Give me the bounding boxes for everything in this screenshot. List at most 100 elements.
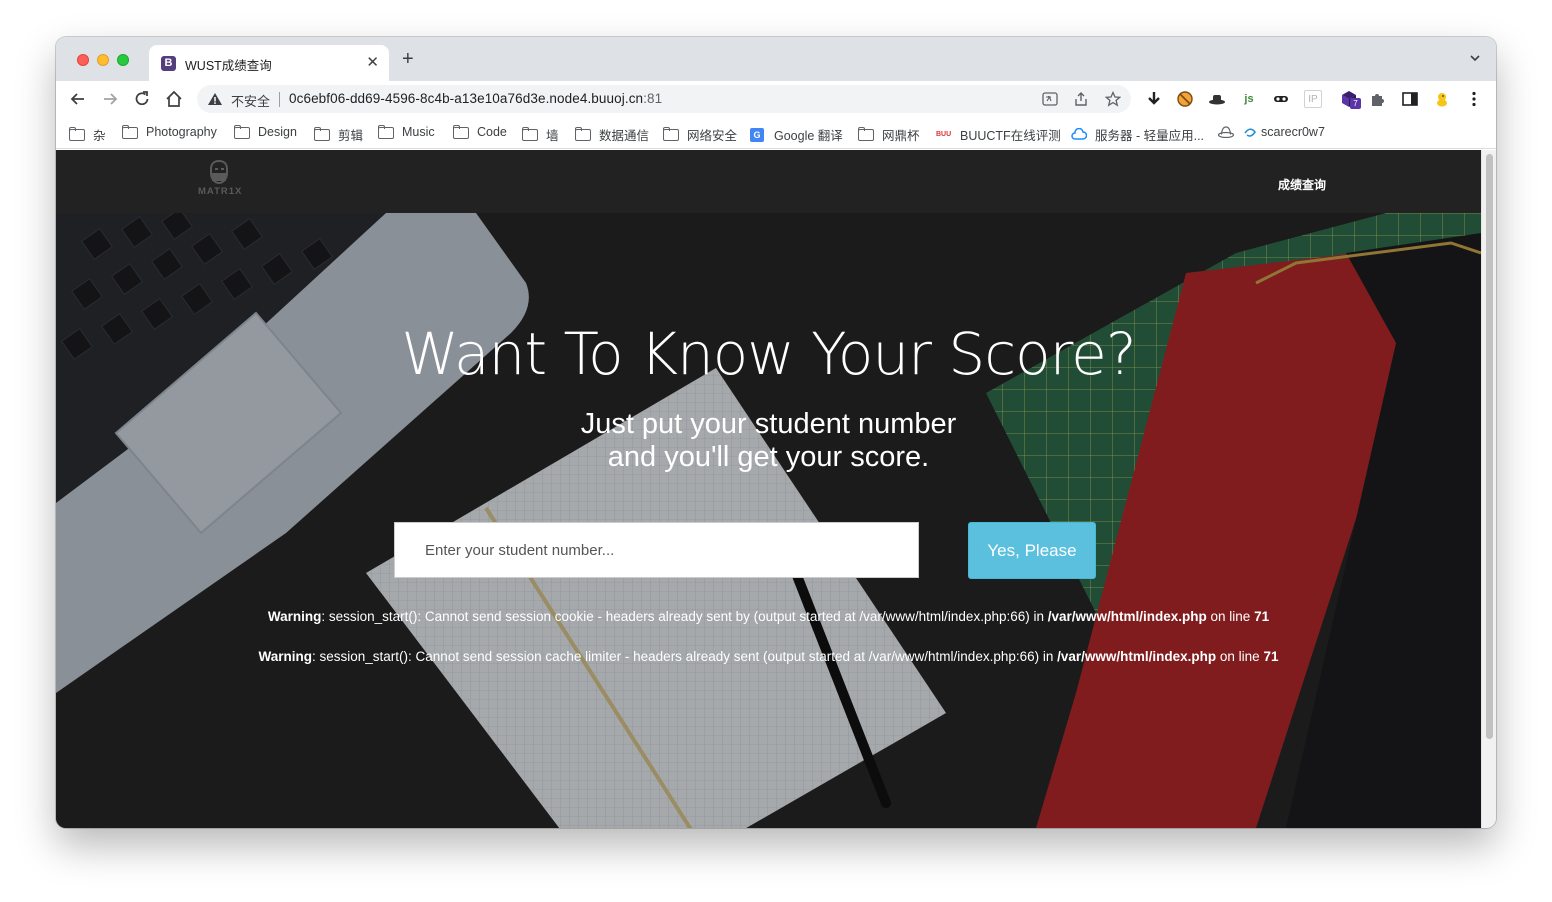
folder-icon	[453, 124, 469, 139]
nav-link-score-query[interactable]: 成绩查询	[1278, 176, 1326, 193]
scrollbar-thumb[interactable]	[1486, 154, 1493, 739]
swirl-icon	[1243, 126, 1259, 139]
back-arrow-icon[interactable]	[68, 89, 88, 109]
bookmark-item[interactable]	[1217, 125, 1242, 139]
folder-icon	[378, 124, 394, 139]
browser-toolbar: 不安全 0c6ebf06-dd69-4596-8c4b-a13e10a76d3e…	[56, 81, 1496, 117]
maximize-window-button[interactable]	[117, 54, 129, 66]
tab-strip: B WUST成绩查询 ✕ +	[56, 37, 1496, 81]
folder-icon	[575, 127, 591, 141]
close-tab-icon[interactable]: ✕	[366, 53, 379, 71]
warning-message: : session_start(): Cannot send session c…	[312, 649, 1058, 664]
share-icon[interactable]	[1073, 91, 1089, 107]
bookmark-item[interactable]: Photography	[122, 124, 217, 139]
page-scrollbar[interactable]	[1481, 150, 1496, 828]
bookmark-item[interactable]: BUU BUUCTF在线评测	[936, 125, 1061, 144]
hat-icon	[1217, 125, 1235, 139]
url-text[interactable]: 0c6ebf06-dd69-4596-8c4b-a13e10a76d3e.nod…	[289, 91, 662, 106]
bookmark-label: 网鼎杯	[882, 129, 920, 143]
bookmark-label: 剪辑	[338, 129, 364, 143]
folder-icon	[858, 127, 874, 141]
bookmark-item[interactable]: Code	[453, 124, 507, 139]
bookmark-item[interactable]: scarecr0w7	[1243, 125, 1325, 139]
bookmark-label: Design	[258, 125, 297, 139]
translate-icon[interactable]	[1042, 91, 1058, 107]
cloud-icon	[1071, 127, 1088, 141]
folder-icon	[314, 127, 330, 141]
bookmark-label: 数据通信	[599, 129, 650, 143]
hero-subtitle-line1: Just put your student number	[580, 408, 957, 440]
close-window-button[interactable]	[77, 54, 89, 66]
mask-extension-icon[interactable]	[1272, 90, 1290, 108]
menu-dots-icon[interactable]	[1465, 90, 1483, 108]
bookmark-item[interactable]: 服务器 - 轻量应用...	[1071, 125, 1204, 144]
download-icon[interactable]	[1145, 90, 1163, 108]
bookmark-item[interactable]: Music	[378, 124, 435, 139]
google-translate-icon: G	[750, 128, 766, 142]
warning-label: Warning	[267, 609, 322, 624]
folder-icon	[522, 127, 538, 141]
desk-background-image	[56, 213, 1481, 828]
warning-line: 71	[1254, 609, 1270, 624]
url-host: 0c6ebf06-dd69-4596-8c4b-a13e10a76d3e.nod…	[289, 91, 644, 106]
warning-on-line: on line	[1206, 609, 1255, 624]
bookmark-label: 墙	[546, 129, 559, 143]
bookmark-label: 网络安全	[687, 129, 738, 143]
bookmark-label: Code	[477, 125, 507, 139]
hero-title: Want To Know Your Score?	[401, 320, 1136, 388]
sidepanel-icon[interactable]	[1401, 90, 1419, 108]
forward-arrow-icon[interactable]	[100, 89, 120, 109]
address-bar[interactable]: 不安全 0c6ebf06-dd69-4596-8c4b-a13e10a76d3e…	[197, 85, 1131, 113]
bookmark-item[interactable]: 网络安全	[663, 125, 737, 144]
warning-message: : session_start(): Cannot send session c…	[321, 609, 1048, 624]
blocked-extension-icon[interactable]	[1176, 90, 1194, 108]
bookmark-star-icon[interactable]	[1105, 91, 1121, 107]
bookmark-label: 服务器 - 轻量应用...	[1095, 129, 1205, 143]
bookmark-label: Google 翻译	[774, 129, 843, 143]
chevron-down-icon[interactable]	[1470, 53, 1480, 63]
bookmark-item[interactable]: 剪辑	[314, 125, 363, 144]
warning-file: /var/www/html/index.php	[1047, 609, 1207, 624]
bookmark-label: BUUCTF在线评测	[960, 129, 1061, 143]
bookmark-item[interactable]: 杂	[69, 125, 106, 144]
logo-text: MATR1X	[198, 186, 243, 197]
bookmark-item[interactable]: 数据通信	[575, 125, 649, 144]
hero-subtitle-line2: and you'll get your score.	[607, 441, 930, 473]
bookmark-item[interactable]: 墙	[522, 125, 559, 144]
bookmark-item[interactable]: 网鼎杯	[858, 125, 920, 144]
not-secure-label[interactable]: 不安全	[231, 91, 270, 110]
bookmark-label: scarecr0w7	[1261, 125, 1325, 139]
new-tab-button[interactable]: +	[402, 49, 414, 69]
puzzle-icon[interactable]	[1369, 90, 1387, 108]
bookmark-item[interactable]: G Google 翻译	[750, 125, 843, 144]
bookmarks-bar: 杂 Photography Design 剪辑 Music Code 墙 数据通信 网络安全 G G…	[56, 117, 1496, 149]
bootstrap-favicon-icon: B	[161, 56, 176, 71]
js-extension-icon[interactable]: js	[1240, 90, 1258, 108]
badge-extension-icon[interactable]: 7	[1338, 90, 1361, 109]
browser-window: B WUST成绩查询 ✕ + 不安全 0c6ebf06-dd69-4596-8c…	[56, 37, 1496, 828]
home-icon[interactable]	[164, 89, 184, 109]
php-warning-1: Warning: session_start(): Cannot send se…	[56, 609, 1481, 624]
folder-icon	[69, 127, 85, 141]
student-number-input[interactable]	[394, 522, 919, 578]
bookmark-item[interactable]: Design	[234, 124, 297, 139]
warning-line: 71	[1263, 649, 1279, 664]
active-tab[interactable]: B WUST成绩查询 ✕	[149, 45, 389, 81]
hacker-logo-icon	[210, 159, 228, 185]
reload-icon[interactable]	[132, 89, 152, 109]
bookmark-label: Music	[402, 125, 435, 139]
minimize-window-button[interactable]	[97, 54, 109, 66]
site-navbar: MATR1X 成绩查询	[56, 150, 1481, 213]
hero-section: Want To Know Your Score? Just put your s…	[56, 213, 1481, 828]
ip-extension-icon[interactable]: IP	[1304, 90, 1322, 108]
page-viewport: MATR1X 成绩查询 Want To Know Your Score? Jus…	[56, 150, 1496, 828]
duck-extension-icon[interactable]	[1433, 90, 1451, 108]
hat-extension-icon[interactable]	[1208, 90, 1226, 108]
extension-badge: 7	[1350, 98, 1361, 109]
bookmark-label: Photography	[146, 125, 217, 139]
url-port: :81	[643, 91, 663, 106]
folder-icon	[122, 124, 138, 139]
warning-triangle-icon[interactable]	[207, 91, 223, 107]
yes-please-button[interactable]: Yes, Please	[968, 522, 1096, 579]
site-logo[interactable]: MATR1X	[198, 159, 243, 203]
